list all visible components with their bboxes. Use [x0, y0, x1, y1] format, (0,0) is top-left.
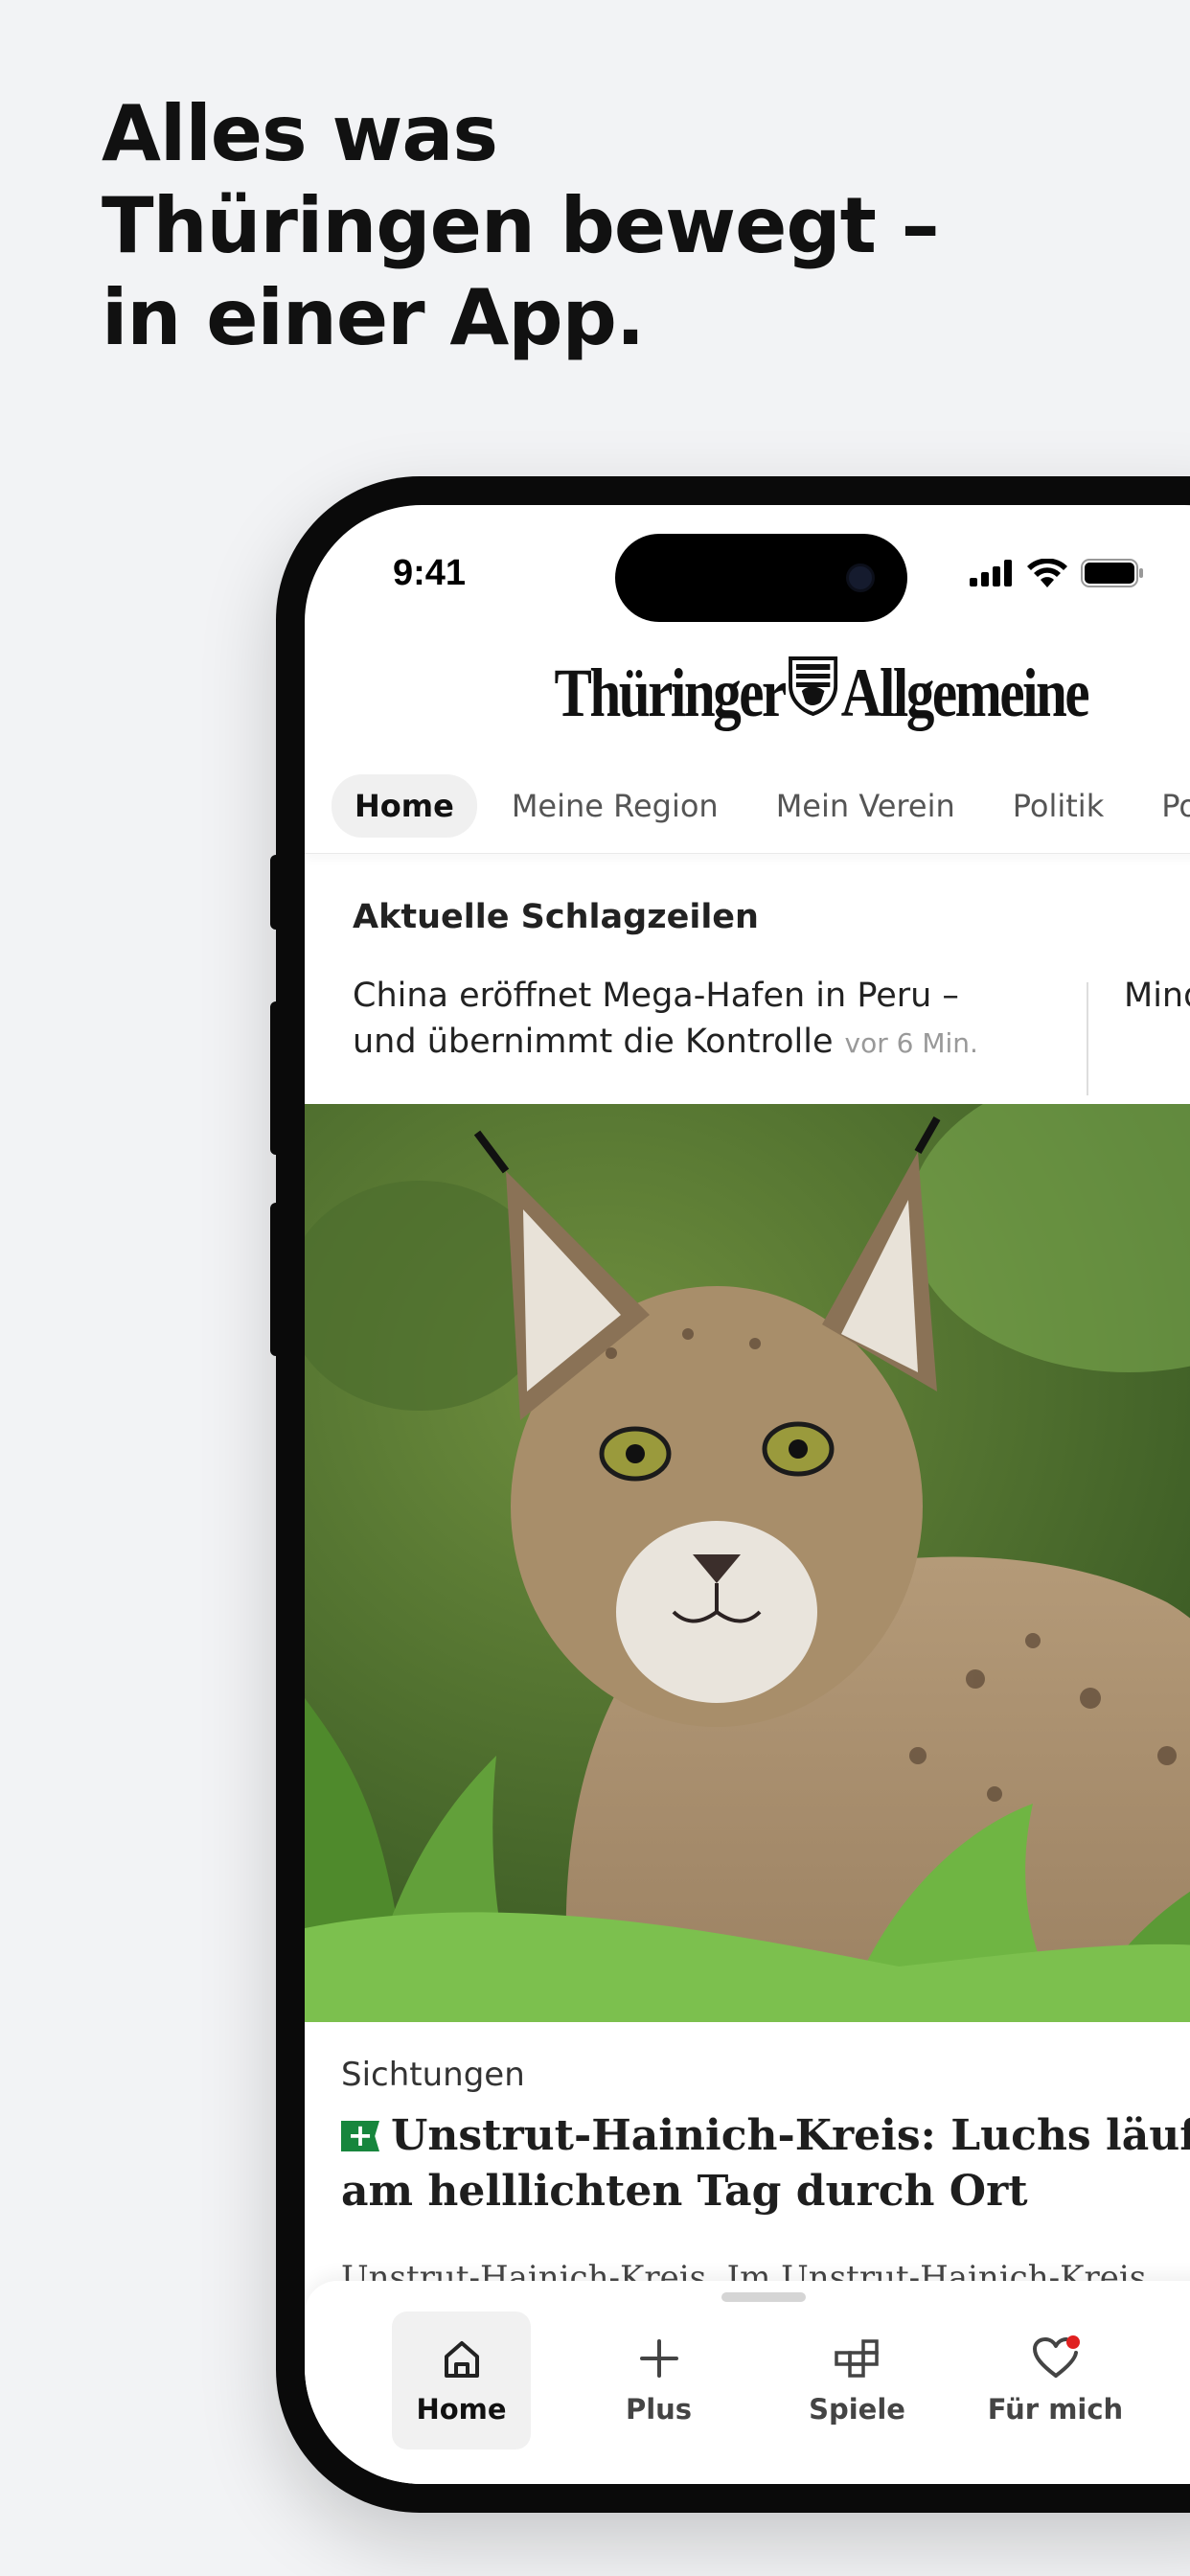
- nav-plus-label: Plus: [625, 2393, 693, 2426]
- headlines-carousel: China eröffnet Mega-Hafen in Peru – und …: [353, 973, 1190, 1095]
- home-icon: [444, 2341, 479, 2378]
- nav-spiele[interactable]: Spiele: [788, 2312, 927, 2450]
- headline-divider: [1087, 982, 1088, 1095]
- status-time: 9:41: [393, 553, 467, 593]
- article-title[interactable]: + Unstrut-Hainich-Kreis: Luchs läuft am h…: [341, 2108, 1190, 2220]
- headline-text: Mindes… spanis…: [1124, 977, 1190, 1015]
- bottom-navigation: Home Plus Spiele Für mich: [305, 2281, 1190, 2484]
- phone-volume-up-button: [270, 1001, 282, 1155]
- plus-badge-icon: +: [341, 2121, 379, 2151]
- category-tabs: Home Meine Region Mein Verein Politik Po…: [305, 758, 1190, 854]
- promo-headline-line-1: Alles was: [102, 89, 498, 178]
- nav-plus[interactable]: Plus: [589, 2312, 728, 2450]
- cellular-signal-icon: [970, 560, 1012, 586]
- status-icons: [970, 559, 1144, 587]
- tab-mein-verein[interactable]: Mein Verein: [753, 774, 978, 838]
- article-kicker: Sichtungen: [341, 2056, 525, 2094]
- nav-home[interactable]: Home: [392, 2312, 531, 2450]
- promo-headline: Alles was Thüringen bewegt – in einer Ap…: [102, 88, 940, 364]
- tab-polizei[interactable]: Polizei: [1138, 774, 1190, 838]
- app-store-promo-page: Alles was Thüringen bewegt – in einer Ap…: [0, 0, 1190, 2576]
- battery-icon: [1081, 559, 1143, 587]
- phone-volume-down-button: [270, 1203, 282, 1356]
- promo-headline-line-3: in einer App.: [102, 273, 645, 362]
- sheet-grabber[interactable]: [721, 2292, 806, 2302]
- tab-politik[interactable]: Politik: [990, 774, 1127, 838]
- logo-text-right: Allgemeine: [840, 655, 1090, 731]
- wifi-icon: [1027, 559, 1067, 587]
- heart-icon: [1032, 2335, 1080, 2378]
- promo-headline-line-2: Thüringen bewegt –: [102, 181, 940, 270]
- plus-icon: [639, 2339, 678, 2378]
- headline-item[interactable]: Mindes… spanis…: [1124, 973, 1190, 1019]
- front-camera-icon: [846, 564, 875, 592]
- nav-home-label: Home: [416, 2393, 507, 2426]
- article-hero-image[interactable]: [305, 1104, 1190, 2022]
- headlines-section-title: Aktuelle Schlagzeilen: [353, 898, 759, 936]
- thuringia-crest-icon: [788, 654, 837, 733]
- dynamic-island: [615, 534, 907, 622]
- headline-item[interactable]: China eröffnet Mega-Hafen in Peru – und …: [353, 973, 1014, 1067]
- phone-screen: 9:41 Thüringer Allgemeine Home Meine Reg…: [305, 505, 1190, 2484]
- phone-action-button: [270, 855, 282, 930]
- app-logo[interactable]: Thüringer Allgemeine: [412, 654, 1190, 733]
- nav-spiele-label: Spiele: [809, 2393, 905, 2426]
- tab-meine-region[interactable]: Meine Region: [489, 774, 742, 838]
- puzzle-icon: [834, 2339, 879, 2378]
- article-title-text: Unstrut-Hainich-Kreis: Luchs läuft am he…: [341, 2111, 1190, 2216]
- headline-time: vor 6 Min.: [844, 1027, 978, 1059]
- logo-text-left: Thüringer: [554, 655, 787, 731]
- tab-home[interactable]: Home: [332, 773, 477, 838]
- notification-dot: [1065, 2335, 1080, 2349]
- nav-fuer-mich-label: Für mich: [987, 2393, 1124, 2426]
- nav-fuer-mich[interactable]: Für mich: [986, 2312, 1125, 2450]
- lynx-photo: [305, 1104, 1190, 2022]
